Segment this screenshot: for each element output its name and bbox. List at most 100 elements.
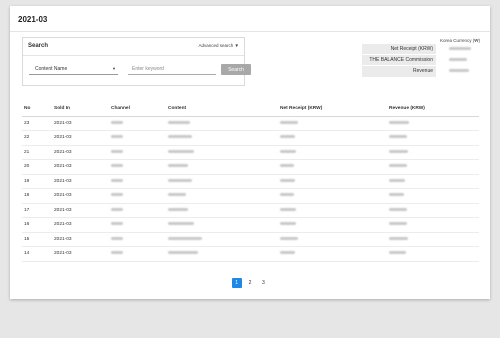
page-link-1[interactable]: 1	[231, 278, 242, 288]
row-content	[166, 116, 278, 131]
row-net-receipt	[278, 217, 387, 233]
summary-table: Net Receipt (KRW) THE BALANCE Commission…	[362, 43, 481, 77]
row-revenue	[387, 145, 479, 160]
table-row[interactable]: 19 2021-03	[22, 174, 479, 189]
row-content	[166, 159, 278, 175]
summary-label: THE BALANCE Commission	[362, 54, 436, 66]
row-revenue	[387, 217, 479, 233]
col-no: No	[22, 102, 52, 117]
row-channel	[109, 203, 166, 218]
row-channel	[109, 145, 166, 160]
row-revenue	[387, 203, 479, 218]
row-sold-in: 2021-03	[52, 217, 109, 233]
row-revenue	[387, 116, 479, 131]
table-row[interactable]: 20 2021-03	[22, 159, 479, 175]
row-sold-in: 2021-03	[52, 174, 109, 189]
summary-row: THE BALANCE Commission	[362, 54, 481, 66]
col-channel: Channel	[109, 102, 166, 117]
row-no: 18	[22, 188, 52, 204]
row-revenue	[387, 188, 479, 204]
col-content: Content	[166, 102, 278, 117]
row-content	[166, 188, 278, 204]
row-revenue	[387, 174, 479, 189]
row-content	[166, 246, 278, 262]
search-panel: Search Advanced search ▼ Content Name ▼ …	[22, 37, 251, 86]
row-channel	[109, 130, 166, 146]
page-link-3[interactable]: 3	[258, 278, 268, 288]
page-title: 2021-03	[18, 15, 48, 24]
summary-value	[436, 54, 481, 66]
row-sold-in: 2021-03	[52, 116, 109, 131]
report-card: 2021-03 Search Advanced search ▼ Content…	[10, 6, 490, 299]
row-net-receipt	[278, 232, 387, 247]
summary-value	[436, 43, 481, 55]
row-net-receipt	[278, 246, 387, 262]
row-no: 14	[22, 246, 52, 262]
summary-label: Revenue	[362, 65, 436, 77]
row-no: 15	[22, 232, 52, 247]
row-no: 21	[22, 145, 52, 160]
row-revenue	[387, 159, 479, 175]
table-row[interactable]: 16 2021-03	[22, 217, 479, 233]
table-row[interactable]: 15 2021-03	[22, 232, 479, 247]
table-row[interactable]: 17 2021-03	[22, 203, 479, 218]
col-sold-in: Sold In	[52, 102, 109, 117]
search-divider	[23, 55, 244, 56]
row-no: 20	[22, 159, 52, 175]
row-net-receipt	[278, 145, 387, 160]
row-channel	[109, 217, 166, 233]
row-sold-in: 2021-03	[52, 159, 109, 175]
row-no: 16	[22, 217, 52, 233]
title-divider	[10, 31, 490, 32]
table-row[interactable]: 22 2021-03	[22, 130, 479, 146]
page-link-2[interactable]: 2	[245, 278, 255, 288]
search-field-select-value: Content Name	[35, 66, 68, 72]
row-no: 17	[22, 203, 52, 218]
col-revenue: Revenue (KRW)	[387, 102, 479, 117]
caret-down-icon: ▼	[112, 66, 116, 71]
row-net-receipt	[278, 203, 387, 218]
row-no: 19	[22, 174, 52, 189]
row-net-receipt	[278, 116, 387, 131]
row-sold-in: 2021-03	[52, 145, 109, 160]
table-row[interactable]: 14 2021-03	[22, 246, 479, 262]
summary-value	[436, 65, 481, 77]
row-channel	[109, 116, 166, 131]
search-heading: Search	[28, 43, 49, 49]
row-content	[166, 217, 278, 233]
row-channel	[109, 188, 166, 204]
row-channel	[109, 174, 166, 189]
row-net-receipt	[278, 159, 387, 175]
summary-row: Revenue	[362, 65, 481, 77]
summary-row: Net Receipt (KRW)	[362, 43, 481, 55]
table-header-row: No Sold In Channel Content Net Receipt (…	[22, 102, 479, 117]
row-channel	[109, 159, 166, 175]
table-row[interactable]: 21 2021-03	[22, 145, 479, 160]
table-row[interactable]: 23 2021-03	[22, 116, 479, 131]
search-field-select[interactable]: Content Name ▼	[29, 64, 118, 75]
pagination: 1 2 3	[10, 278, 490, 288]
row-net-receipt	[278, 174, 387, 189]
row-content	[166, 130, 278, 146]
row-content	[166, 203, 278, 218]
row-content	[166, 232, 278, 247]
row-channel	[109, 232, 166, 247]
row-net-receipt	[278, 188, 387, 204]
search-button[interactable]: Search	[221, 64, 251, 75]
table-row[interactable]: 18 2021-03	[22, 188, 479, 204]
row-no: 23	[22, 116, 52, 131]
row-content	[166, 145, 278, 160]
sales-table: No Sold In Channel Content Net Receipt (…	[22, 102, 479, 262]
row-sold-in: 2021-03	[52, 246, 109, 262]
row-sold-in: 2021-03	[52, 188, 109, 204]
advanced-search-toggle[interactable]: Advanced search ▼	[199, 43, 239, 48]
row-channel	[109, 246, 166, 262]
keyword-input[interactable]	[128, 64, 216, 75]
row-sold-in: 2021-03	[52, 203, 109, 218]
row-revenue	[387, 130, 479, 146]
row-sold-in: 2021-03	[52, 130, 109, 146]
row-net-receipt	[278, 130, 387, 146]
summary-label: Net Receipt (KRW)	[362, 43, 436, 55]
row-revenue	[387, 232, 479, 247]
row-content	[166, 174, 278, 189]
